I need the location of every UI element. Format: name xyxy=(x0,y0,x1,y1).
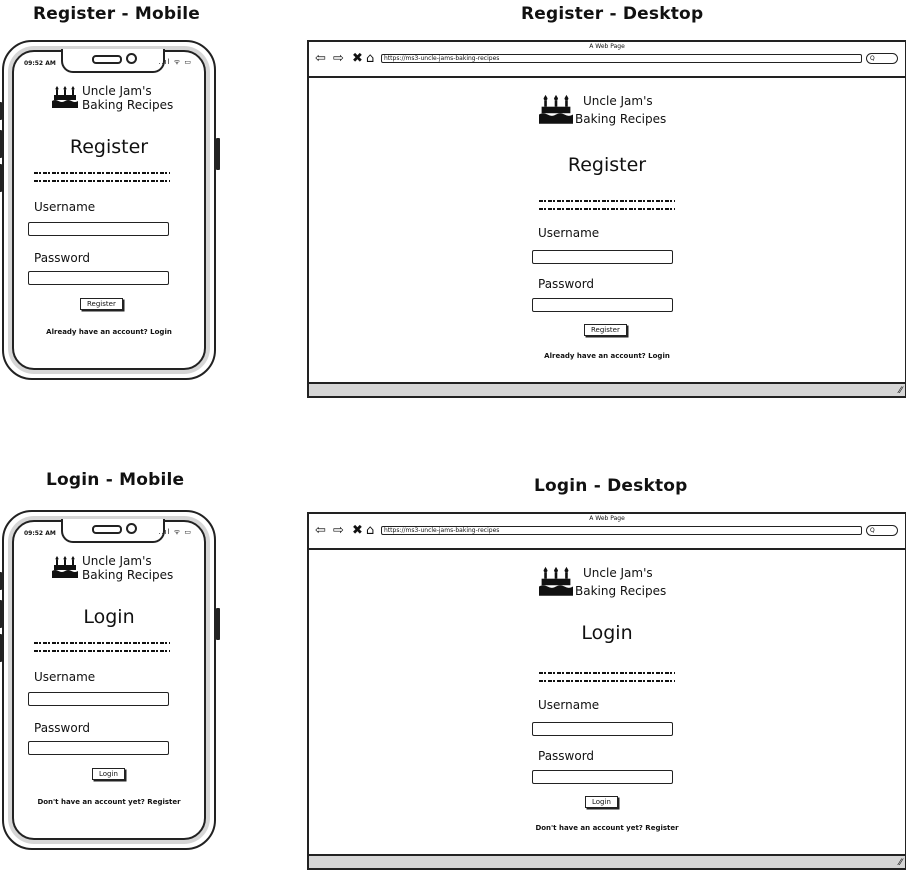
resize-grip-icon[interactable]: ⁄⁄ xyxy=(899,386,902,396)
login-desktop-browser: A Web Page ⇦ ⇨ ✖ ⌂ https://ms3-uncle-jam… xyxy=(307,512,906,870)
brand-name: Uncle Jam's Baking Recipes xyxy=(82,84,173,112)
brand-line-1: Uncle Jam's xyxy=(82,554,152,568)
login-mobile-phone: 09:52 AM ..ıl ᯤ ▭ Uncle Jam's Baking Rec… xyxy=(0,510,220,850)
cake-icon xyxy=(539,564,573,596)
phone-power-button xyxy=(216,138,220,170)
forward-icon[interactable]: ⇨ xyxy=(333,524,344,537)
login-link[interactable]: Already have an account? Login xyxy=(309,352,905,360)
placeholder-text-line xyxy=(34,642,170,644)
register-mobile-phone: 09:52 AM ..ıl ᯤ ▭ Uncle Jam's Baking Rec… xyxy=(0,40,220,380)
register-desktop-browser: A Web Page ⇦ ⇨ ✖ ⌂ https://ms3-uncle-jam… xyxy=(307,40,906,398)
placeholder-text-line xyxy=(539,208,675,210)
cake-icon xyxy=(52,554,78,578)
brand-logo[interactable]: Uncle Jam's Baking Recipes xyxy=(539,564,666,600)
username-input[interactable] xyxy=(28,692,169,706)
brand-line-2: Baking Recipes xyxy=(82,98,174,112)
phone-side-button xyxy=(0,572,2,590)
brand-logo[interactable]: Uncle Jam's Baking Recipes xyxy=(52,554,173,582)
username-input[interactable] xyxy=(532,250,673,264)
login-button[interactable]: Login xyxy=(92,768,125,780)
phone-side-button xyxy=(0,634,2,662)
url-bar[interactable]: https://ms3-uncle-jams-baking-recipes xyxy=(381,54,862,63)
phone-side-button xyxy=(0,130,2,158)
close-icon[interactable]: ✖ xyxy=(352,524,363,537)
back-icon[interactable]: ⇦ xyxy=(315,52,326,65)
password-input[interactable] xyxy=(28,741,169,755)
brand-logo[interactable]: Uncle Jam's Baking Recipes xyxy=(539,92,666,128)
forward-icon[interactable]: ⇨ xyxy=(333,52,344,65)
browser-toolbar: A Web Page ⇦ ⇨ ✖ ⌂ https://ms3-uncle-jam… xyxy=(309,514,905,550)
password-label: Password xyxy=(538,277,595,291)
brand-line-2: Baking Recipes xyxy=(575,112,667,126)
register-button[interactable]: Register xyxy=(584,324,627,336)
brand-logo[interactable]: Uncle Jam's Baking Recipes xyxy=(52,84,173,112)
brand-name: Uncle Jam's Baking Recipes xyxy=(575,564,666,600)
register-link[interactable]: Don't have an account yet? Register xyxy=(309,824,905,832)
password-label: Password xyxy=(538,749,595,763)
cake-icon xyxy=(539,92,573,124)
back-icon[interactable]: ⇦ xyxy=(315,524,326,537)
search-icon[interactable]: Q xyxy=(866,525,898,536)
username-input[interactable] xyxy=(532,722,673,736)
brand-name: Uncle Jam's Baking Recipes xyxy=(575,92,666,128)
placeholder-text-line xyxy=(539,680,675,682)
brand-line-1: Uncle Jam's xyxy=(583,94,653,108)
password-input[interactable] xyxy=(532,298,673,312)
brand-line-2: Baking Recipes xyxy=(82,568,174,582)
brand-name: Uncle Jam's Baking Recipes xyxy=(82,554,173,582)
page-heading: Login xyxy=(581,622,633,644)
page-heading: Register xyxy=(567,154,647,176)
phone-screen: 09:52 AM ..ıl ᯤ ▭ Uncle Jam's Baking Rec… xyxy=(12,519,206,840)
register-link[interactable]: Don't have an account yet? Register xyxy=(14,798,204,806)
username-label: Username xyxy=(538,698,600,712)
browser-status-bar: ⁄⁄ xyxy=(309,382,905,396)
username-label: Username xyxy=(34,200,96,214)
password-label: Password xyxy=(34,721,91,735)
browser-window-title: A Web Page xyxy=(589,43,625,50)
placeholder-text-line xyxy=(34,650,170,652)
password-input[interactable] xyxy=(28,271,169,285)
password-input[interactable] xyxy=(532,770,673,784)
login-link[interactable]: Already have an account? Login xyxy=(14,328,204,336)
placeholder-text-line xyxy=(34,180,170,182)
register-mobile-title: Register - Mobile xyxy=(33,4,201,24)
resize-grip-icon[interactable]: ⁄⁄ xyxy=(899,858,902,868)
register-button[interactable]: Register xyxy=(80,298,123,310)
phone-power-button xyxy=(216,608,220,640)
login-desktop-title: Login - Desktop xyxy=(534,476,688,496)
placeholder-text-line xyxy=(34,172,170,174)
login-button[interactable]: Login xyxy=(585,796,618,808)
placeholder-text-line xyxy=(539,672,675,674)
username-label: Username xyxy=(34,670,96,684)
phone-side-button xyxy=(0,164,2,192)
browser-status-bar: ⁄⁄ xyxy=(309,854,905,868)
username-label: Username xyxy=(538,226,600,240)
brand-line-2: Baking Recipes xyxy=(575,584,667,598)
password-label: Password xyxy=(34,251,91,265)
phone-side-button xyxy=(0,600,2,628)
brand-line-1: Uncle Jam's xyxy=(583,566,653,580)
browser-toolbar: A Web Page ⇦ ⇨ ✖ ⌂ https://ms3-uncle-jam… xyxy=(309,42,905,78)
phone-side-button xyxy=(0,102,2,120)
home-icon[interactable]: ⌂ xyxy=(366,524,374,537)
close-icon[interactable]: ✖ xyxy=(352,52,363,65)
page-heading: Register xyxy=(69,136,149,158)
page-heading: Login xyxy=(83,606,135,628)
search-icon[interactable]: Q xyxy=(866,53,898,64)
brand-line-1: Uncle Jam's xyxy=(82,84,152,98)
register-desktop-title: Register - Desktop xyxy=(521,4,704,24)
placeholder-text-line xyxy=(539,200,675,202)
username-input[interactable] xyxy=(28,222,169,236)
login-mobile-title: Login - Mobile xyxy=(46,470,185,490)
phone-screen: 09:52 AM ..ıl ᯤ ▭ Uncle Jam's Baking Rec… xyxy=(12,49,206,370)
url-bar[interactable]: https://ms3-uncle-jams-baking-recipes xyxy=(381,526,862,535)
browser-window-title: A Web Page xyxy=(589,515,625,522)
home-icon[interactable]: ⌂ xyxy=(366,52,374,65)
cake-icon xyxy=(52,84,78,108)
